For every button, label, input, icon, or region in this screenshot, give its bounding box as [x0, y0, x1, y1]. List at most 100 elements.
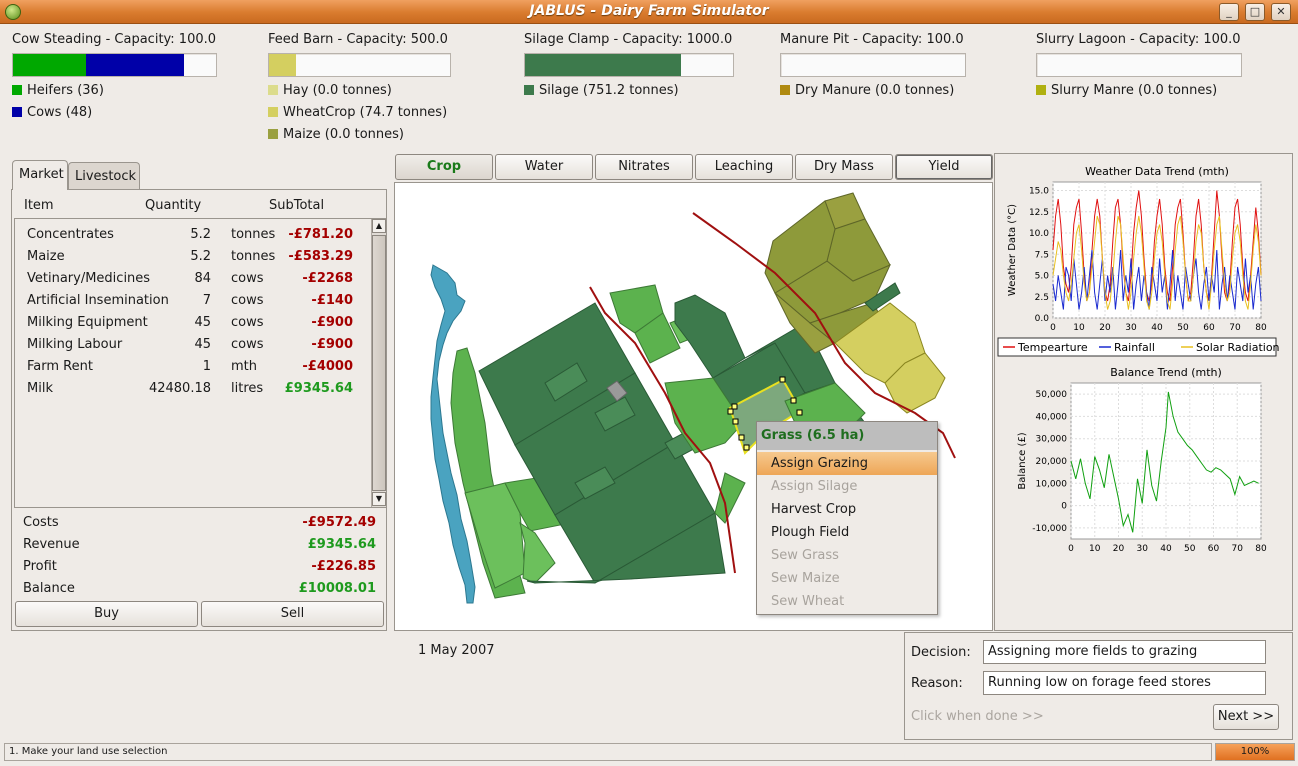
market-row[interactable]: Milking Equipment 45 cows -£900	[15, 312, 365, 334]
close-button[interactable]: ✕	[1271, 3, 1291, 21]
x-tick-label: 70	[1229, 323, 1241, 333]
market-item-unit: cows	[231, 315, 264, 330]
store-title: Silage Clamp - Capacity: 1000.0	[524, 32, 733, 47]
y-tick-label: 12.5	[1029, 208, 1049, 218]
market-item-subtotal: -£781.20	[288, 227, 353, 242]
buy-button[interactable]: Buy	[15, 601, 198, 627]
market-item-name: Milking Equipment	[27, 315, 148, 330]
market-item-subtotal: -£900	[311, 337, 353, 352]
weather-chart: Weather Data Trend (mth) 0 10 20 30 40 50 60 70 8…	[997, 165, 1280, 357]
market-row[interactable]: Maize 5.2 tonnes -£583.29	[15, 246, 365, 268]
menu-item-sew-grass[interactable]: Sew Grass	[757, 544, 937, 567]
menu-item-sew-maize[interactable]: Sew Maize	[757, 567, 937, 590]
market-item-qty: 45	[194, 337, 211, 352]
market-item-name: Milk	[27, 381, 53, 396]
market-item-qty: 84	[194, 271, 211, 286]
market-row[interactable]: Vetinary/Medicines 84 cows -£2268	[15, 268, 365, 290]
x-tick-label: 50	[1177, 323, 1189, 333]
minimize-button[interactable]: _	[1219, 3, 1239, 21]
legend-swatch	[780, 85, 790, 95]
current-date: 1 May 2007	[418, 643, 495, 658]
x-tick-label: 0	[1068, 544, 1074, 554]
map-tab-water[interactable]: Water	[495, 154, 593, 180]
market-list[interactable]: Concentrates 5.2 tonnes -£781.20 Maize 5.2 ton…	[14, 218, 386, 508]
tab-livestock[interactable]: Livestock	[68, 162, 140, 190]
menu-item-assign-grazing[interactable]: Assign Grazing	[757, 452, 937, 475]
menu-item-harvest-crop[interactable]: Harvest Crop	[757, 498, 937, 521]
store-legend-item: Silage (751.2 tonnes)	[524, 79, 679, 101]
legend-swatch	[524, 85, 534, 95]
y-axis-label: Balance (£)	[1017, 432, 1028, 489]
tab-market[interactable]: Market	[12, 160, 68, 190]
summary-label: Balance	[23, 581, 75, 596]
store-capacity-bar	[268, 53, 451, 77]
field-context-menu: Grass (6.5 ha) Assign Grazing Assign Sila…	[756, 421, 938, 615]
col-header-subtotal: SubTotal	[269, 198, 325, 213]
market-item-qty: 1	[202, 359, 211, 374]
store-legend-item: Dry Manure (0.0 tonnes)	[780, 79, 954, 101]
x-tick-label: 50	[1184, 544, 1196, 554]
legend-label: Slurry Manre (0.0 tonnes)	[1051, 82, 1218, 98]
store-legend-item: WheatCrop (74.7 tonnes)	[268, 101, 447, 123]
store-capacity-bar	[12, 53, 217, 77]
market-row[interactable]: Artificial Insemination 7 cows -£140	[15, 290, 365, 312]
market-item-unit: mth	[231, 359, 257, 374]
y-tick-label: 2.5	[1035, 293, 1049, 303]
market-item-unit: cows	[231, 271, 264, 286]
x-tick-label: 10	[1089, 544, 1101, 554]
map-tab-nitrates[interactable]: Nitrates	[595, 154, 693, 180]
legend-swatch	[268, 85, 278, 95]
market-row[interactable]: Milk 42480.18 litres £9345.64	[15, 378, 365, 400]
x-tick-label: 70	[1232, 544, 1244, 554]
summary-row-profit: Profit -£226.85	[12, 556, 376, 578]
legend-label: Hay (0.0 tonnes)	[283, 82, 392, 98]
legend-label: Solar Radiation	[1196, 341, 1280, 354]
summary-label: Costs	[23, 515, 59, 530]
market-item-subtotal: -£2268	[302, 271, 353, 286]
legend-label: WheatCrop (74.7 tonnes)	[283, 104, 448, 120]
store-fill	[525, 54, 682, 76]
y-tick-label: 10.0	[1029, 229, 1049, 239]
reason-label: Reason:	[911, 676, 963, 691]
store-capacity-bar	[1036, 53, 1242, 77]
market-row[interactable]: Farm Rent 1 mth -£4000	[15, 356, 365, 378]
market-row[interactable]: Concentrates 5.2 tonnes -£781.20	[15, 224, 365, 246]
sell-button[interactable]: Sell	[201, 601, 384, 627]
store-fill	[13, 54, 87, 76]
store-fill	[86, 54, 184, 76]
y-tick-label: 40,000	[1036, 412, 1068, 422]
field[interactable]	[519, 521, 556, 584]
map-tab-crop[interactable]: Crop	[395, 154, 493, 180]
scroll-up-button[interactable]: ▲	[372, 219, 386, 233]
next-button[interactable]: Next >>	[1213, 704, 1279, 730]
summary-value: -£9572.49	[302, 515, 376, 530]
maximize-button[interactable]: □	[1245, 3, 1265, 21]
market-item-name: Milking Labour	[27, 337, 123, 352]
market-row[interactable]: Milking Labour 45 cows -£900	[15, 334, 365, 356]
menu-item-sew-wheat[interactable]: Sew Wheat	[757, 590, 937, 613]
x-tick-label: 10	[1073, 323, 1085, 333]
market-item-unit: tonnes	[231, 227, 276, 242]
field[interactable]	[714, 472, 746, 524]
menu-item-assign-silage[interactable]: Assign Silage	[757, 475, 937, 498]
store-legend-item: Cows (48)	[12, 101, 92, 123]
market-item-name: Artificial Insemination	[27, 293, 169, 308]
market-scrollbar[interactable]: ▲ ▼	[371, 219, 386, 507]
window-title-bar[interactable]: JABLUS - Dairy Farm Simulator _ □ ✕	[0, 0, 1298, 24]
map-tab-dry-mass[interactable]: Dry Mass	[795, 154, 893, 180]
window-title: JABLUS - Dairy Farm Simulator	[529, 3, 769, 19]
market-item-name: Vetinary/Medicines	[27, 271, 151, 286]
store-legend-item: Heifers (36)	[12, 79, 104, 101]
map-tab-yield[interactable]: Yield	[895, 154, 993, 180]
y-tick-label: 7.5	[1035, 250, 1049, 260]
scroll-thumb[interactable]	[372, 235, 386, 491]
market-panel: Item Quantity SubTotal Concentrates 5.2 to…	[11, 189, 387, 631]
legend-label: Maize (0.0 tonnes)	[283, 126, 404, 142]
progress-text: 100%	[1240, 746, 1270, 757]
map-tab-leaching[interactable]: Leaching	[695, 154, 793, 180]
decision-field[interactable]: Assigning more fields to grazing	[983, 640, 1266, 664]
store-capacity-bar	[524, 53, 734, 77]
menu-item-plough-field[interactable]: Plough Field	[757, 521, 937, 544]
scroll-down-button[interactable]: ▼	[372, 492, 386, 506]
reason-field[interactable]: Running low on forage feed stores	[983, 671, 1266, 695]
